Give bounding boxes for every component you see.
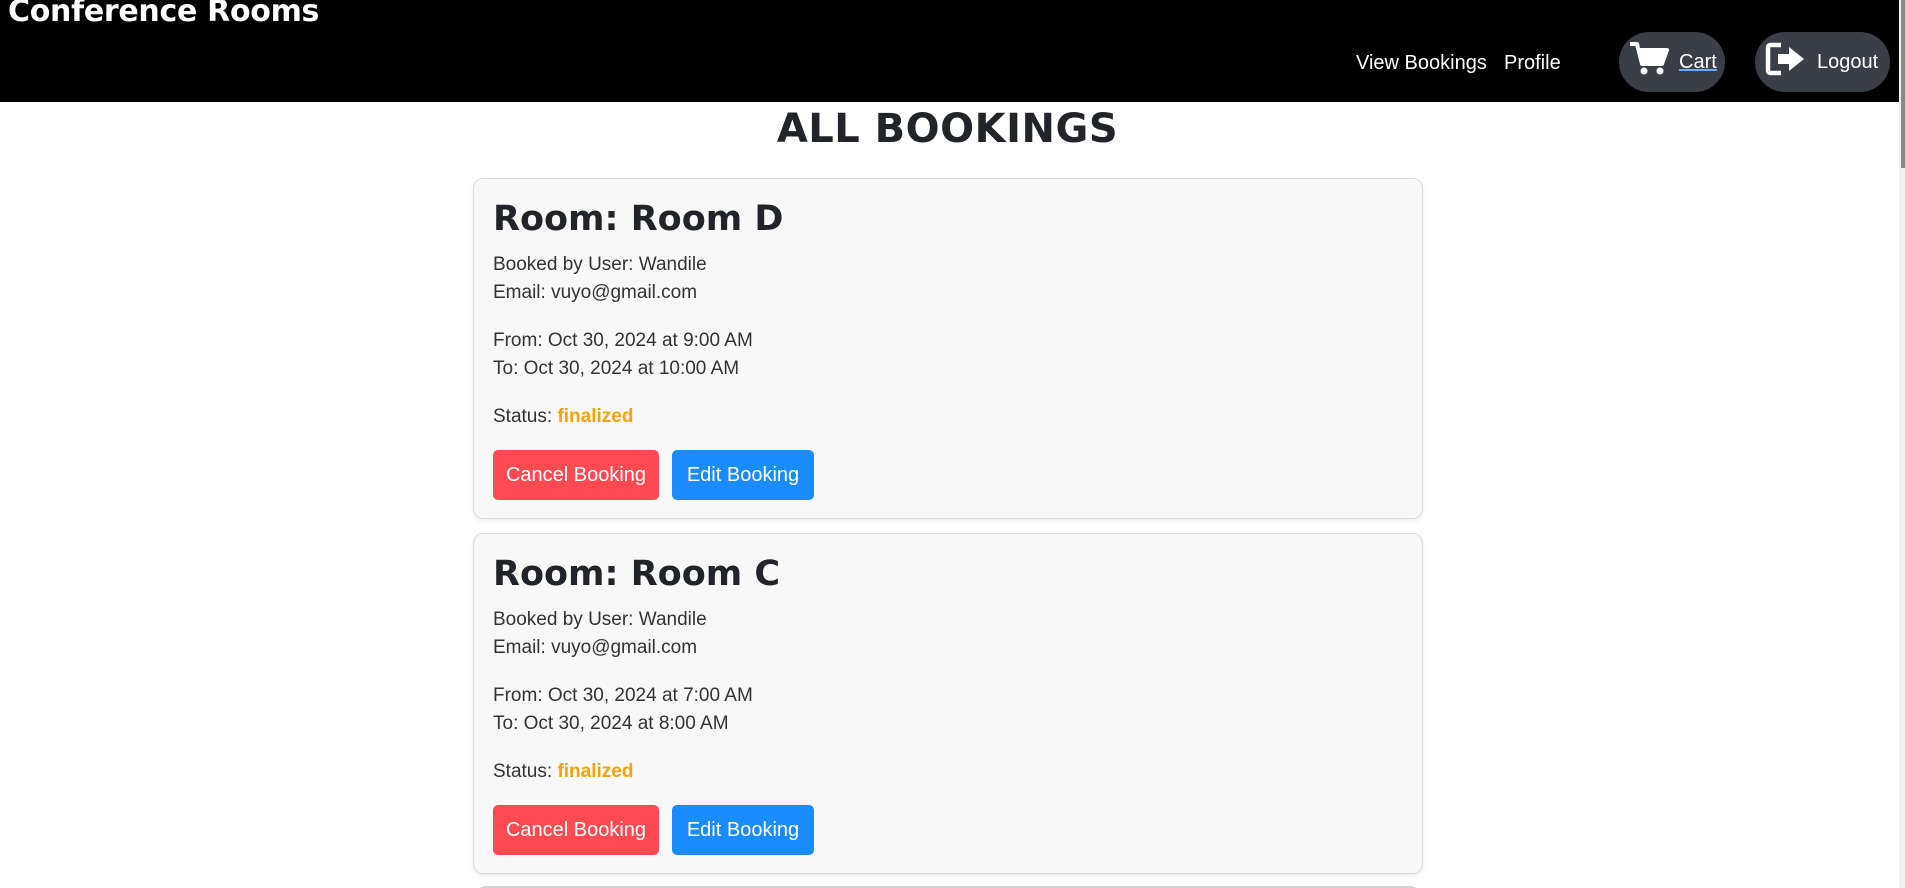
booking-status: Status: finalized bbox=[493, 406, 633, 428]
booking-from: From: Oct 30, 2024 at 9:00 AM bbox=[493, 330, 753, 351]
page-scrollbar[interactable] bbox=[1899, 0, 1905, 888]
logout-label[interactable]: Logout bbox=[1817, 51, 1878, 74]
booking-email: Email: vuyo@gmail.com bbox=[493, 282, 698, 303]
booking-room-title: Room: Room D bbox=[493, 199, 784, 239]
status-badge: finalized bbox=[557, 406, 634, 427]
nav-view-bookings-link[interactable]: View Bookings bbox=[1356, 52, 1487, 75]
booking-room-title: Room: Room C bbox=[493, 554, 781, 594]
status-label: Status: bbox=[493, 406, 553, 427]
booking-to: To: Oct 30, 2024 at 8:00 AM bbox=[493, 713, 729, 734]
cancel-booking-button[interactable]: Cancel Booking bbox=[493, 805, 659, 855]
cart-label[interactable]: Cart bbox=[1679, 51, 1717, 74]
brand-title[interactable]: Conference Rooms bbox=[8, 0, 319, 29]
booking-email: Email: vuyo@gmail.com bbox=[493, 637, 698, 658]
booking-status: Status: finalized bbox=[493, 761, 633, 783]
cart-button[interactable]: Cart bbox=[1619, 32, 1725, 92]
booking-card: Room: Room C Booked by User: Wandile Ema… bbox=[473, 533, 1423, 874]
status-badge: finalized bbox=[557, 761, 634, 782]
nav-profile-link[interactable]: Profile bbox=[1504, 52, 1561, 75]
booking-card: Room: Room D Booked by User: Wandile Ema… bbox=[473, 178, 1423, 519]
cart-icon bbox=[1629, 41, 1669, 83]
booking-user: Booked by User: Wandile bbox=[493, 609, 707, 630]
scrollbar-thumb[interactable] bbox=[1901, 0, 1905, 168]
page-title: ALL BOOKINGS bbox=[776, 106, 1119, 152]
cancel-booking-button[interactable]: Cancel Booking bbox=[493, 450, 659, 500]
logout-icon bbox=[1765, 42, 1807, 82]
edit-booking-button[interactable]: Edit Booking bbox=[672, 805, 814, 855]
booking-user: Booked by User: Wandile bbox=[493, 254, 707, 275]
status-label: Status: bbox=[493, 761, 553, 782]
top-navbar: Conference Rooms View Bookings Profile C… bbox=[0, 0, 1905, 102]
logout-button[interactable]: Logout bbox=[1755, 32, 1890, 92]
booking-to: To: Oct 30, 2024 at 10:00 AM bbox=[493, 358, 740, 379]
edit-booking-button[interactable]: Edit Booking bbox=[672, 450, 814, 500]
booking-from: From: Oct 30, 2024 at 7:00 AM bbox=[493, 685, 753, 706]
